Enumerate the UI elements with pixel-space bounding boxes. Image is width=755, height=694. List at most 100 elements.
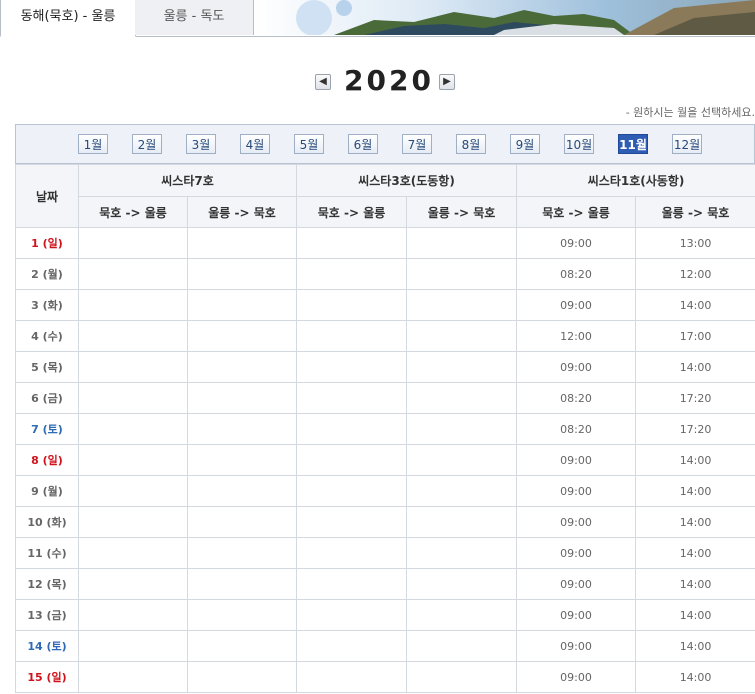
departure-cell	[78, 599, 188, 631]
date-cell: 4 (수)	[15, 320, 79, 352]
date-cell: 10 (화)	[15, 506, 79, 538]
month-button-12[interactable]: 12월	[672, 134, 702, 154]
departure-cell	[406, 258, 518, 290]
departure-cell	[406, 382, 518, 414]
table-row: 5 (목) 09:00 14:00	[15, 351, 755, 383]
departure-cell: 09:00	[516, 506, 637, 538]
chevron-left-icon: ◀	[319, 76, 327, 87]
month-button-4[interactable]: 4월	[240, 134, 270, 154]
month-button-5[interactable]: 5월	[294, 134, 324, 154]
departure-cell	[78, 227, 188, 259]
tab-ulleung-dokdo[interactable]: 울릉 - 독도	[135, 0, 254, 35]
month-button-8[interactable]: 8월	[456, 134, 486, 154]
sea-banner-image	[254, 0, 755, 35]
month-selector: 1월 2월 3월 4월 5월 6월 7월 8월 9월 10월 11월 12월	[15, 124, 755, 164]
departure-cell: 14:00	[635, 475, 755, 507]
departure-cell	[406, 568, 518, 600]
departure-cell	[78, 661, 188, 693]
table-row: 1 (일) 09:00 13:00	[15, 227, 755, 259]
departure-cell	[78, 444, 188, 476]
departure-cell	[78, 537, 188, 569]
departure-cell	[186, 661, 298, 693]
month-button-10[interactable]: 10월	[564, 134, 594, 154]
date-cell: 15 (일)	[15, 661, 79, 693]
table-row: 15 (일) 09:00 14:00	[15, 661, 755, 693]
departure-cell	[406, 475, 518, 507]
table-row: 2 (월) 08:20 12:00	[15, 258, 755, 290]
month-button-6[interactable]: 6월	[348, 134, 378, 154]
ship-header-seastar1: 씨스타1호(사동항)	[516, 164, 755, 197]
direction-header: 묵호 -> 울릉	[296, 196, 408, 228]
month-button-1[interactable]: 1월	[78, 134, 108, 154]
ship-header-seastar7: 씨스타7호	[77, 164, 298, 197]
departure-cell	[406, 444, 518, 476]
departure-cell	[296, 475, 408, 507]
month-button-3[interactable]: 3월	[186, 134, 216, 154]
departure-cell: 14:00	[635, 351, 755, 383]
departure-cell	[186, 351, 298, 383]
departure-cell	[296, 599, 408, 631]
date-cell: 12 (목)	[15, 568, 79, 600]
date-cell: 6 (금)	[15, 382, 79, 414]
departure-cell	[406, 506, 518, 538]
departure-cell	[296, 537, 408, 569]
departure-cell: 09:00	[516, 444, 637, 476]
departure-cell	[186, 506, 298, 538]
table-row: 10 (화) 09:00 14:00	[15, 506, 755, 538]
route-tabs: 동해(묵호) - 울릉 울릉 - 독도	[0, 0, 755, 37]
departure-cell	[186, 258, 298, 290]
departure-cell	[406, 661, 518, 693]
date-cell: 14 (토)	[15, 630, 79, 662]
departure-cell: 13:00	[635, 227, 755, 259]
table-row: 13 (금) 09:00 14:00	[15, 599, 755, 631]
departure-cell	[296, 351, 408, 383]
date-cell: 3 (화)	[15, 289, 79, 321]
departure-cell	[186, 444, 298, 476]
departure-cell	[186, 599, 298, 631]
departure-cell: 14:00	[635, 506, 755, 538]
departure-cell	[186, 537, 298, 569]
departure-cell	[406, 537, 518, 569]
date-cell: 13 (금)	[15, 599, 79, 631]
month-button-9[interactable]: 9월	[510, 134, 540, 154]
prev-year-button[interactable]: ◀	[315, 74, 331, 90]
year-label: 2020	[344, 64, 434, 97]
departure-cell: 14:00	[635, 630, 755, 662]
departure-cell	[296, 661, 408, 693]
departure-cell	[78, 289, 188, 321]
departure-cell	[78, 630, 188, 662]
departure-cell	[406, 630, 518, 662]
departure-cell	[186, 227, 298, 259]
tab-donghae-ulleung[interactable]: 동해(묵호) - 울릉	[0, 0, 136, 37]
direction-header: 울릉 -> 묵호	[635, 196, 755, 228]
departure-cell	[296, 413, 408, 445]
departure-cell: 09:00	[516, 630, 637, 662]
departure-cell: 14:00	[635, 568, 755, 600]
departure-cell	[78, 351, 188, 383]
next-year-button[interactable]: ▶	[439, 74, 455, 90]
direction-header: 울릉 -> 묵호	[406, 196, 518, 228]
departure-cell	[296, 227, 408, 259]
schedule-body: 1 (일) 09:00 13:00 2 (월) 08:20 12:00 3 (화) 09:00…	[15, 227, 755, 693]
departure-cell: 14:00	[635, 537, 755, 569]
month-hint: - 원하시는 월을 선택하세요.	[625, 106, 755, 119]
departure-cell	[296, 568, 408, 600]
departure-cell	[78, 258, 188, 290]
departure-cell	[406, 351, 518, 383]
direction-header: 울릉 -> 묵호	[186, 196, 298, 228]
date-cell: 8 (일)	[15, 444, 79, 476]
departure-cell	[406, 227, 518, 259]
year-navigation: ◀ 2020 ▶	[0, 64, 755, 100]
departure-cell: 17:20	[635, 382, 755, 414]
month-button-7[interactable]: 7월	[402, 134, 432, 154]
departure-cell: 09:00	[516, 568, 637, 600]
table-row: 11 (수) 09:00 14:00	[15, 537, 755, 569]
month-button-11[interactable]: 11월	[618, 134, 648, 154]
table-row: 6 (금) 08:20 17:20	[15, 382, 755, 414]
departure-cell: 09:00	[516, 599, 637, 631]
departure-cell: 08:20	[516, 382, 637, 414]
departure-cell	[78, 475, 188, 507]
departure-cell: 09:00	[516, 475, 637, 507]
departure-cell	[186, 568, 298, 600]
month-button-2[interactable]: 2월	[132, 134, 162, 154]
